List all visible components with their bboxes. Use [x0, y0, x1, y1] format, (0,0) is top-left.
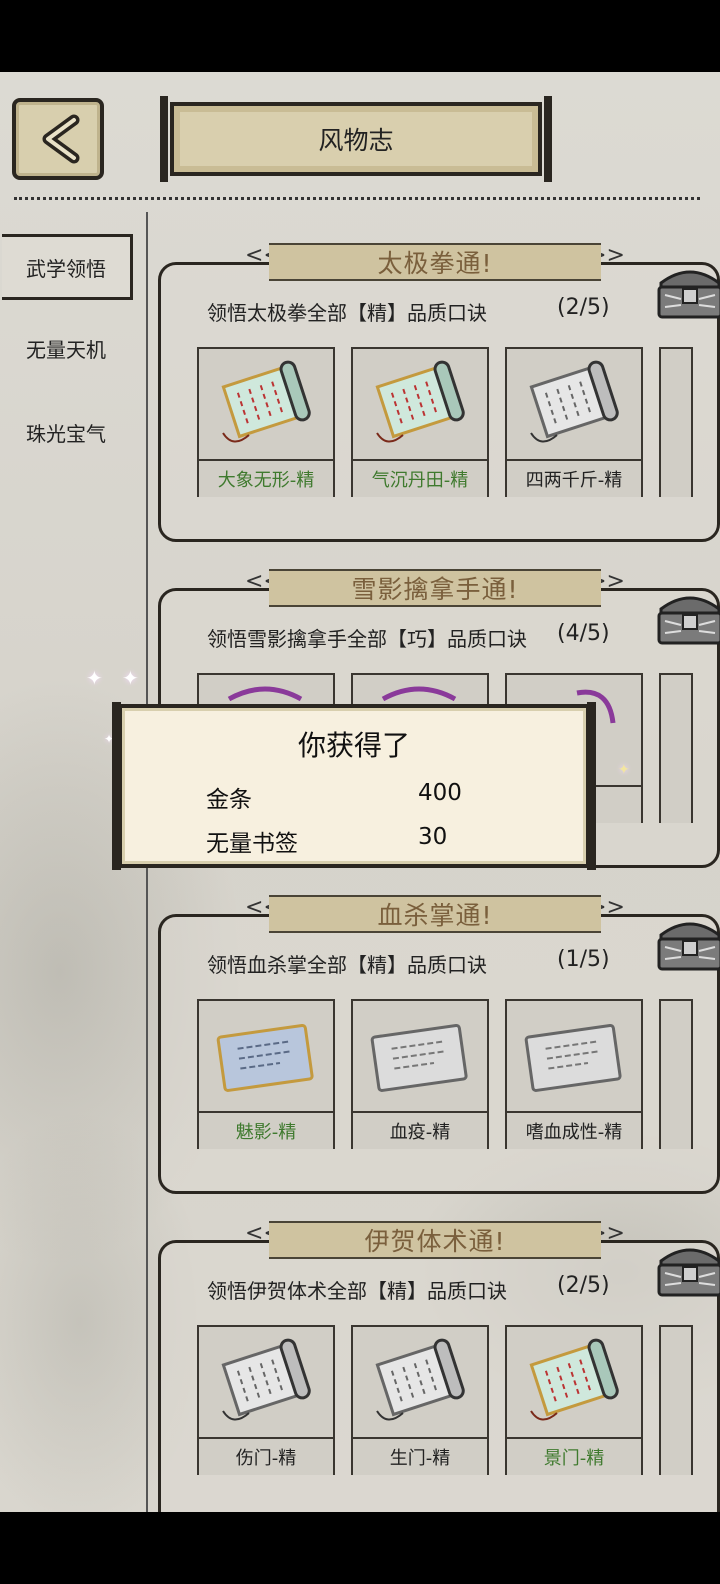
item-slot[interactable]: 血疫-精	[351, 999, 489, 1149]
item-name: 生门-精	[353, 1437, 487, 1475]
sparkle-icon: ✦	[86, 666, 103, 690]
scroll-rod-left	[112, 702, 121, 870]
scroll-rod-right	[587, 702, 596, 870]
sidebar-item-label: 无量天机	[26, 337, 106, 362]
card-description: 领悟太极拳全部【精】品质口诀	[207, 301, 487, 325]
item-name: 魅影-精	[199, 1111, 333, 1149]
item-slot[interactable]: 四两千斤-精	[505, 347, 643, 497]
card-progress: (1/5)	[557, 947, 610, 972]
scroll-icon	[221, 360, 311, 443]
item-name: 大象无形-精	[199, 459, 333, 497]
sidebar-item-label: 珠光宝气	[26, 421, 106, 446]
reward-label: 无量书签	[206, 831, 298, 857]
popup-title: 你获得了	[297, 729, 410, 762]
item-name: 气沉丹田-精	[353, 459, 487, 497]
item-slot[interactable]: 景门-精	[505, 1325, 643, 1475]
scroll-rod-right	[544, 96, 552, 182]
scroll-icon	[375, 1338, 465, 1421]
reward-value: 400	[418, 780, 462, 806]
card-progress: (2/5)	[557, 295, 610, 320]
divider	[14, 197, 700, 200]
sidebar-item-zhuguang[interactable]: 珠光宝气	[2, 402, 130, 462]
scroll-icon	[375, 360, 465, 443]
card-banner: << >> 伊贺体术通!	[245, 1215, 625, 1265]
sidebar-item-label: 武学领悟	[26, 256, 106, 281]
manual-icon	[370, 1024, 468, 1092]
sparkle-icon: ✦	[618, 762, 630, 778]
reward-popup-panel: 你获得了 金条 400 无量书签 30	[112, 702, 596, 870]
card-banner: << >> 血杀掌通!	[245, 889, 625, 939]
card-items: 伤门-精 生门-精 景门-精	[197, 1325, 717, 1475]
card-banner: << >> 太极拳通!	[245, 237, 625, 287]
card-description: 领悟血杀掌全部【精】品质口诀	[207, 953, 487, 977]
card-progress: (2/5)	[557, 1273, 610, 1298]
sparkle-icon: ✦	[122, 666, 139, 690]
treasure-chest-icon[interactable]	[653, 1237, 720, 1301]
achievement-card: << >> 血杀掌通! 领悟血杀掌全部【精】品质口诀 (1/5) 魅影-精 血疫…	[158, 895, 720, 1194]
item-slot[interactable]: 大象无形-精	[197, 347, 335, 497]
sidebar-item-wuxue[interactable]: 武学领悟	[2, 234, 133, 300]
page-title-banner: 风物志	[160, 96, 552, 182]
card-banner: << >> 雪影擒拿手通!	[245, 563, 625, 613]
card-title: 太极拳通!	[269, 243, 601, 281]
card-description: 领悟伊贺体术全部【精】品质口诀	[207, 1279, 507, 1303]
treasure-chest-icon[interactable]	[653, 259, 720, 323]
achievement-card: << >> 伊贺体术通! 领悟伊贺体术全部【精】品质口诀 (2/5) 伤门-精 …	[158, 1221, 720, 1512]
reward-label: 金条	[206, 787, 252, 813]
item-slot-partial[interactable]	[659, 1325, 693, 1475]
item-name: 血疫-精	[353, 1111, 487, 1149]
item-name: 嗜血成性-精	[507, 1111, 641, 1149]
scroll-rod-left	[160, 96, 168, 182]
reward-popup[interactable]: 你获得了 金条 400 无量书签 30	[110, 700, 598, 872]
item-slot-partial[interactable]	[659, 347, 693, 497]
sidebar-item-wuliang[interactable]: 无量天机	[2, 318, 130, 378]
manual-icon	[216, 1024, 314, 1092]
card-progress: (4/5)	[557, 621, 610, 646]
item-slot[interactable]: 魅影-精	[197, 999, 335, 1149]
item-slot[interactable]: 气沉丹田-精	[351, 347, 489, 497]
item-slot[interactable]: 嗜血成性-精	[505, 999, 643, 1149]
item-slot-partial[interactable]	[659, 999, 693, 1149]
item-slot[interactable]: 伤门-精	[197, 1325, 335, 1475]
item-slot[interactable]: 生门-精	[351, 1325, 489, 1475]
item-slot-partial[interactable]	[659, 673, 693, 823]
treasure-chest-icon[interactable]	[653, 911, 720, 975]
item-name: 伤门-精	[199, 1437, 333, 1475]
card-description: 领悟雪影擒拿手全部【巧】品质口诀	[207, 627, 527, 651]
page-title: 风物志	[170, 102, 542, 176]
card-items: 魅影-精 血疫-精 嗜血成性-精	[197, 999, 717, 1149]
manual-icon	[524, 1024, 622, 1092]
scroll-icon	[529, 360, 619, 443]
item-name: 景门-精	[507, 1437, 641, 1475]
reward-value: 30	[418, 824, 448, 850]
back-button[interactable]	[12, 98, 104, 180]
card-title: 血杀掌通!	[269, 895, 601, 933]
scroll-icon	[221, 1338, 311, 1421]
scroll-icon	[529, 1338, 619, 1421]
chevron-left-icon	[42, 114, 80, 164]
treasure-chest-icon[interactable]	[653, 585, 720, 649]
card-items: 大象无形-精 气沉丹田-精 四两千斤-精	[197, 347, 717, 497]
card-title: 雪影擒拿手通!	[269, 569, 601, 607]
item-name: 四两千斤-精	[507, 459, 641, 497]
achievement-card: << >> 太极拳通! 领悟太极拳全部【精】品质口诀 (2/5) 大象无形-精 …	[158, 243, 720, 542]
screen: 风物志 武学领悟 无量天机 珠光宝气 << >> 太极拳通! 领悟太极拳全部【精…	[0, 72, 720, 1512]
card-title: 伊贺体术通!	[269, 1221, 601, 1259]
